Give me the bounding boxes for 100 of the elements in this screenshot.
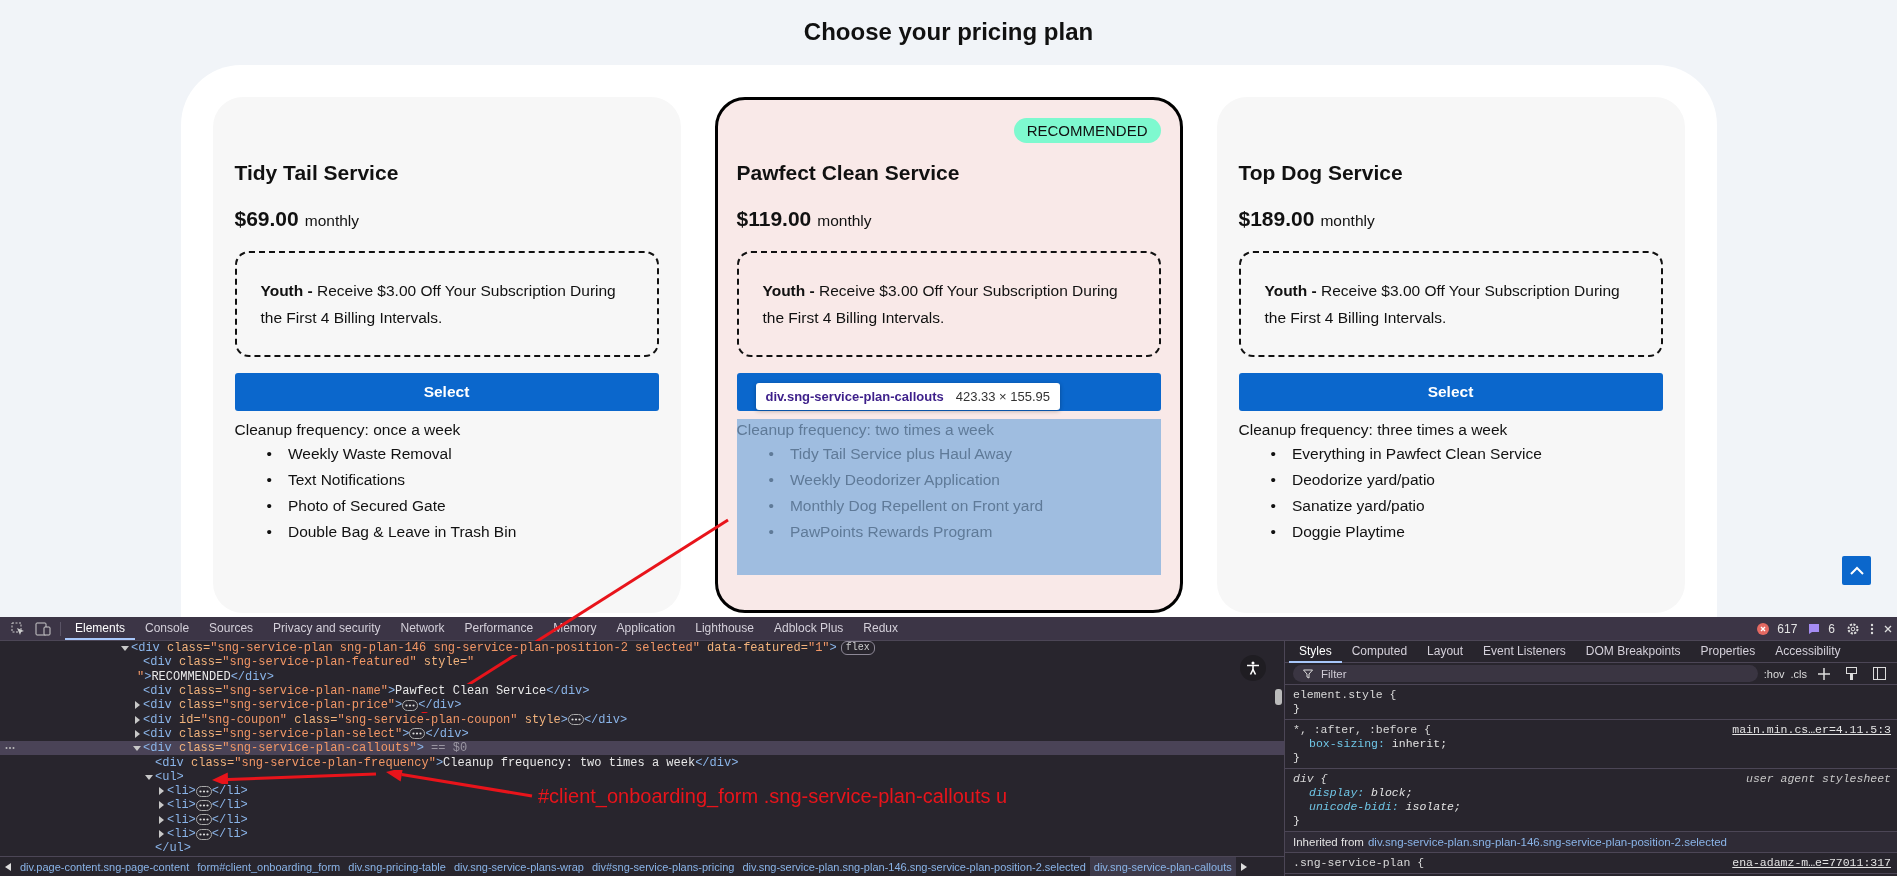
styles-tab[interactable]: Computed (1341, 641, 1418, 663)
dom-node-code[interactable]: <div class="sng-service-plan-featured" style=" (143, 655, 475, 670)
dom-node-code[interactable]: <div id="sng-coupon" class="sng-service-plan-coupon" style> (143, 712, 568, 727)
collapse-arrow-icon[interactable] (145, 772, 153, 781)
breadcrumb-item[interactable]: div.page-content.sng-page-content (16, 857, 194, 876)
message-count[interactable]: 6 (1828, 621, 1835, 636)
breadcrumb-item[interactable]: div.sng-service-plan.sng-plan-146.sng-service-plan-position-2.selected (738, 857, 1090, 876)
bullet: • (1270, 496, 1276, 516)
devtools-tab[interactable]: Privacy and security (263, 617, 391, 640)
ellipsis-icon[interactable] (402, 699, 419, 711)
select-button[interactable]: Select (1238, 373, 1663, 411)
ellipsis-icon[interactable] (195, 828, 212, 840)
breadcrumb-item[interactable]: div.sng-pricing-table (344, 857, 450, 876)
bullet: • (768, 444, 774, 464)
error-count[interactable]: 617 (1777, 621, 1798, 636)
dom-node-code[interactable]: <div class="sng-service-plan-frequency">Cleanup frequency: two times a week</div> (155, 755, 739, 770)
flex-badge[interactable]: flex (840, 641, 875, 656)
expand-arrow-icon[interactable] (157, 801, 165, 810)
devtools-tab[interactable]: Redux (853, 617, 909, 640)
breadcrumb-item[interactable]: form#client_onboarding_form (193, 857, 345, 876)
filter-input[interactable]: Filter (1319, 666, 1519, 681)
styles-tab[interactable]: Layout (1417, 641, 1474, 663)
devtools-tab[interactable]: Application (606, 617, 686, 640)
dom-node-code[interactable]: <div class="sng-service-plan-callouts"> == $0 (143, 741, 468, 756)
inherited-link[interactable]: div.sng-service-plan.sng-plan-146.sng-service-plan-position-2.selected (1367, 836, 1727, 848)
bullet: • (768, 522, 774, 542)
feature-item: Double Bag & Leave in Trash Bin (287, 522, 517, 542)
page-title: Choose your pricing plan (803, 18, 1094, 46)
style-tool[interactable]: :hov (1763, 667, 1785, 680)
feature-item: Sanatize yard/patio (1291, 496, 1425, 516)
plan-price: $189.00 (1238, 207, 1315, 231)
devtools-tab[interactable]: Network (390, 617, 455, 640)
dom-node-code[interactable]: <div class="sng-service-plan-name">Pawfect Clean Service</div> (143, 684, 590, 699)
closing-brace: } (1293, 702, 1300, 716)
devtools-tab[interactable]: Performance (454, 617, 544, 640)
breadcrumb-item[interactable]: div#sng-service-plans-pricing (587, 857, 739, 876)
devtools-tab[interactable]: Sources (199, 617, 264, 640)
coupon-text: Youth - Receive $3.00 Off Your Subscription During the First 4 Billing Intervals. (762, 282, 1118, 326)
ellipsis-icon[interactable] (5, 746, 15, 751)
bullet: • (1270, 470, 1276, 490)
feature-item: Weekly Deodorizer Application (789, 470, 1000, 490)
collapse-arrow-icon[interactable] (121, 644, 129, 653)
coupon-text: Youth - Receive $3.00 Off Your Subscription During the First 4 Billing Intervals. (1264, 282, 1620, 326)
feature-item: Photo of Secured Gate (287, 496, 446, 516)
ellipsis-icon[interactable] (195, 814, 212, 826)
ellipsis-icon[interactable] (409, 728, 426, 740)
styles-tab[interactable]: Styles (1289, 641, 1342, 663)
styles-tab[interactable]: Accessibility (1765, 641, 1851, 663)
ellipsis-icon[interactable] (195, 785, 212, 797)
expand-arrow-icon[interactable] (133, 715, 141, 724)
bullet: • (768, 496, 774, 516)
stylesheet-label: user agent stylesheet (1746, 772, 1891, 786)
feature-item: Text Notifications (287, 470, 406, 490)
filter-icon (1303, 668, 1313, 679)
annotation-text: #client_onboarding_form .sng-service-plan-callouts u (538, 785, 1008, 808)
accessibility-button[interactable] (1240, 655, 1266, 681)
devtools-tab[interactable]: Console (135, 617, 200, 640)
source-link[interactable]: main.min.cs…er=4.11.5:3 (1732, 723, 1891, 737)
inherited-label: Inherited from (1293, 836, 1364, 848)
css-selector: *, :after, :before { (1293, 723, 1432, 737)
chevron-up-icon[interactable] (1849, 565, 1864, 576)
devtools-tab[interactable]: Elements (65, 617, 136, 640)
cleanup-frequency: Cleanup frequency: three times a week (1238, 420, 1509, 440)
css-selector: .sng-service-plan { (1293, 856, 1425, 870)
breadcrumb-item[interactable]: div.sng-service-plans-wrap (449, 857, 588, 876)
cleanup-frequency: Cleanup frequency: once a week (234, 420, 462, 440)
dom-node-code[interactable]: <div class="sng-service-plan sng-plan-146 sng-service-plan-position-2 selected" data-featured="1"> (131, 641, 837, 656)
plan-price: $119.00 (736, 207, 812, 231)
select-button[interactable]: Select (234, 373, 659, 411)
breadcrumb-item[interactable]: div.sng-service-plan-callouts (1089, 857, 1236, 876)
source-link[interactable]: ena-adamz-m…e=77011:317 (1732, 856, 1891, 870)
filter-field[interactable]: Filter (1293, 665, 1758, 682)
collapse-arrow-icon[interactable] (133, 744, 141, 753)
plan-name: Top Dog Service (1238, 161, 1404, 185)
styles-tab[interactable]: DOM Breakpoints (1575, 641, 1691, 663)
style-tool[interactable]: .cls (1790, 667, 1807, 680)
dom-node-code[interactable]: <div class="sng-service-plan-price"> (143, 698, 403, 713)
selected-dom-row[interactable]: <div class="sng-service-plan-callouts"> == $0 (0, 741, 1284, 756)
css-selector: element.style { (1293, 688, 1397, 702)
scroll-to-top-button[interactable] (1842, 556, 1871, 585)
dom-node-code[interactable]: </div> (418, 698, 462, 713)
expand-arrow-icon[interactable] (157, 830, 165, 838)
styles-tab[interactable]: Event Listeners (1473, 641, 1576, 663)
closing-brace: } (1293, 814, 1300, 828)
devtools-tab[interactable]: Lighthouse (685, 617, 764, 640)
expand-arrow-icon[interactable] (133, 729, 141, 738)
expand-arrow-icon[interactable] (157, 787, 165, 796)
feature-item: PawPoints Rewards Program (789, 522, 993, 542)
ellipsis-icon[interactable] (195, 799, 212, 811)
plan-name: Tidy Tail Service (234, 161, 400, 185)
expand-arrow-icon[interactable] (157, 815, 165, 824)
scrollbar-thumb[interactable] (1275, 689, 1282, 705)
css-declaration: box-sizing: inherit; (1309, 737, 1448, 751)
expand-arrow-icon[interactable] (133, 701, 141, 710)
styles-tab[interactable]: Properties (1690, 641, 1766, 663)
ellipsis-icon[interactable] (567, 714, 584, 726)
css-selector: div { (1293, 772, 1328, 786)
devtools-tab[interactable]: Adblock Plus (763, 617, 854, 640)
accessibility-icon[interactable] (1246, 661, 1260, 675)
feature-item: Everything in Pawfect Clean Service (1291, 444, 1542, 464)
